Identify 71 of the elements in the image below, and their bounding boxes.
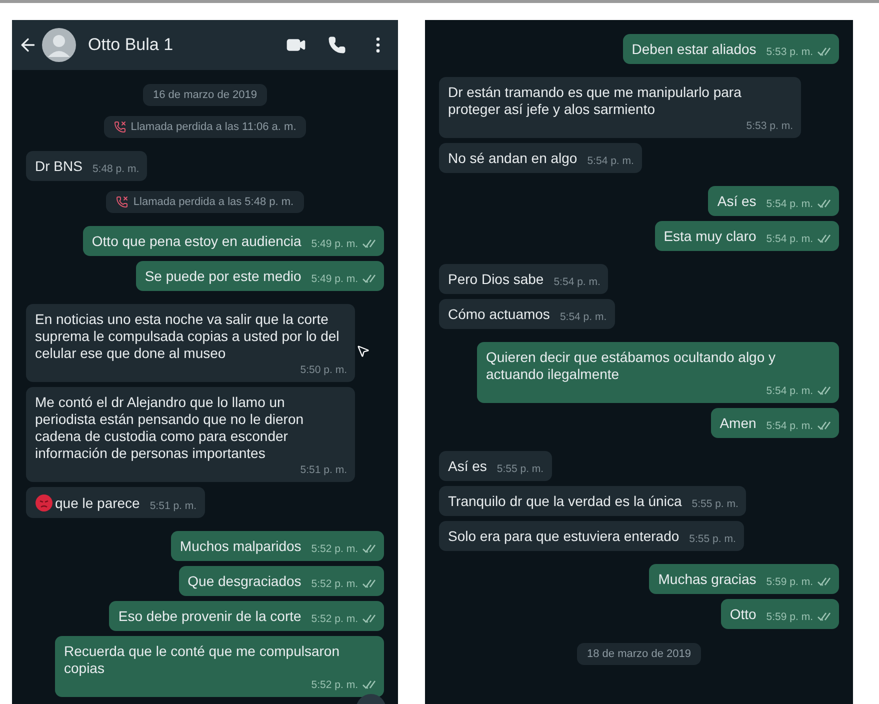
message-text: Dr BNS <box>35 158 82 175</box>
message-text: Muchos malparidos <box>180 538 302 555</box>
cursor-icon <box>356 344 370 358</box>
message-time: 5:59 p. m. <box>766 576 813 588</box>
missed-call-text: Llamada perdida a las 5:48 p. m. <box>133 196 294 208</box>
message-time: 5:52 p. m. <box>311 613 358 625</box>
message-time: 5:54 p. m. <box>766 233 813 245</box>
double-check-icon <box>817 199 831 209</box>
missed-call-icon <box>116 196 128 208</box>
message-time: 5:54 p. m. <box>766 385 813 397</box>
avatar-icon <box>42 28 76 62</box>
message-text: No sé andan en algo <box>448 150 578 167</box>
date-label: 16 de marzo de 2019 <box>143 84 267 106</box>
message-text: Cómo actuamos <box>448 306 550 323</box>
message-text: Deben estar aliados <box>632 41 756 58</box>
message-text: Que desgraciados <box>188 573 302 590</box>
message-text: En noticias uno esta noche va salir que la corte suprema le compulsada copias a usted por lo del celular ese que done al museo <box>35 311 340 362</box>
double-check-icon <box>817 612 831 622</box>
message-text: que le parece <box>55 494 140 512</box>
message-text: Me contó el dr Alejandro que lo llamo un periodista están pensando que no le dieron cadena de custodia como para esconder información de personas importantes <box>35 394 305 462</box>
message-time: 5:52 p. m. <box>311 543 358 555</box>
message-text: Muchas gracias <box>658 571 756 588</box>
double-check-icon <box>362 579 376 589</box>
message-text: Otto que pena estoy en audiencia <box>92 233 302 250</box>
message-time: 5:53 p. m. <box>746 120 793 132</box>
message-time: 5:55 p. m. <box>692 498 738 510</box>
message-time: 5:54 p. m. <box>766 198 813 210</box>
message-time: 5:55 p. m. <box>496 463 544 475</box>
message-text: Quieren decir que estábamos ocultando algo y actuando ilegalmente <box>486 349 777 383</box>
message-text: Eso debe provenir de la corte <box>118 608 302 625</box>
message-time: 5:54 p. m. <box>554 276 600 288</box>
double-check-icon <box>817 386 831 396</box>
double-check-icon <box>362 680 376 690</box>
message-text: Amen <box>720 415 756 432</box>
message-time: 5:53 p. m. <box>766 46 813 58</box>
contact-name: Otto Bula 1 <box>88 35 174 55</box>
message-text: Así es <box>717 193 756 210</box>
message-text: Recuerda que le conté que me compulsaron copias <box>64 643 341 677</box>
message-text: Se puede por este medio <box>144 268 302 285</box>
message-text: Dr están tramando es que me manipularlo para proteger así jefe y alos sarmiento <box>448 84 742 118</box>
message-time: 5:49 p. m. <box>311 273 358 285</box>
message-text: Otto <box>730 606 756 623</box>
message-time: 5:49 p. m. <box>311 238 358 250</box>
message-time: 5:54 p. m. <box>560 311 607 323</box>
double-check-icon <box>362 274 376 284</box>
message-time: 5:54 p. m. <box>587 155 634 167</box>
message-text: Esta muy claro <box>664 228 756 245</box>
message-time: 5:51 p. m. <box>150 500 197 512</box>
double-check-icon <box>362 614 376 624</box>
double-check-icon <box>817 577 831 587</box>
message-time: 5:59 p. m. <box>766 611 813 623</box>
message-text: Pero Dios sabe <box>448 271 544 288</box>
double-check-icon <box>817 234 831 244</box>
double-check-icon <box>362 239 376 249</box>
missed-call-icon <box>114 121 126 133</box>
double-check-icon <box>817 421 831 431</box>
message-text: Así es <box>448 458 487 475</box>
message-time: 5:55 p. m. <box>689 533 736 545</box>
message-time: 5:52 p. m. <box>311 578 358 590</box>
message-time: 5:51 p. m. <box>300 464 347 476</box>
message-time: 5:48 p. m. <box>92 163 140 175</box>
double-check-icon <box>362 544 376 554</box>
missed-call-text: Llamada perdida a las 11:06 a. m. <box>130 121 296 133</box>
message-text: Tranquilo dr que la verdad es la única <box>448 493 682 510</box>
phone-icon[interactable] <box>328 36 346 54</box>
message-time: 5:50 p. m. <box>300 364 347 376</box>
double-check-icon <box>817 47 831 57</box>
message-time: 5:54 p. m. <box>766 420 813 432</box>
message-time: 5:52 p. m. <box>311 679 358 691</box>
date-label: 18 de marzo de 2019 <box>577 643 701 665</box>
message-text: Solo era para que estuviera enterado <box>448 528 680 545</box>
